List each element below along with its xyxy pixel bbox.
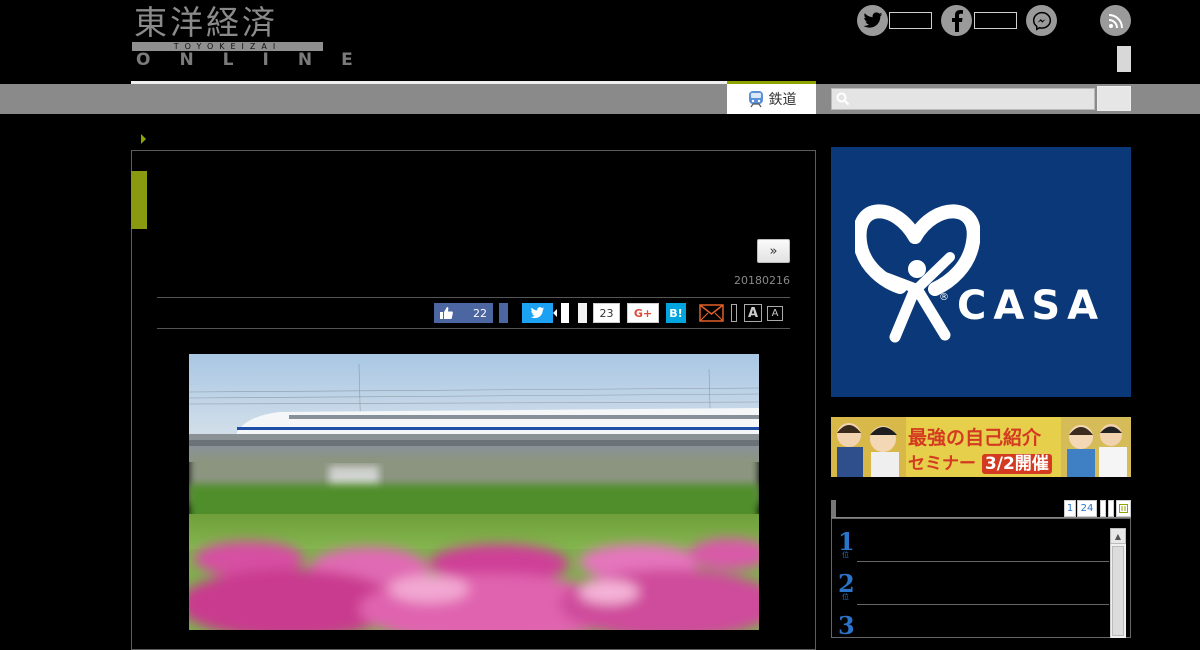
google-share-button[interactable] xyxy=(578,303,587,323)
next-page-button[interactable]: » xyxy=(757,239,790,263)
tab-railway[interactable]: 鉄道 xyxy=(727,84,816,114)
share-divider-top xyxy=(157,297,790,298)
logo-online: ONLINE xyxy=(136,50,382,70)
hatena-bookmark-button[interactable]: B! xyxy=(666,303,686,323)
ranking-tab-1h[interactable]: 1 xyxy=(1064,500,1076,517)
casa-reg-mark: ® xyxy=(939,292,949,303)
article-date: 20180216 xyxy=(734,274,790,287)
search-button[interactable] xyxy=(1097,86,1131,111)
font-large-button[interactable]: A xyxy=(744,304,762,322)
breadcrumb-arrow-icon xyxy=(141,134,146,144)
twitter-count-box xyxy=(889,12,932,29)
messenger-icon[interactable] xyxy=(1026,5,1057,36)
search-input[interactable] xyxy=(831,88,1095,110)
logo-kanji[interactable]: 東洋経済 xyxy=(134,4,278,42)
ranking-tab-extra[interactable] xyxy=(1116,500,1131,517)
scroll-up-arrow-icon[interactable]: ▲ xyxy=(1110,528,1126,544)
casa-ad-banner[interactable]: ® CASA xyxy=(831,147,1131,397)
ranking-tab-weekly[interactable] xyxy=(1100,500,1106,517)
rss-icon[interactable] xyxy=(1100,5,1131,36)
rank-suffix-1: 位 xyxy=(842,551,849,559)
font-size-divider xyxy=(731,304,737,322)
facebook-icon[interactable] xyxy=(941,5,972,36)
rank-suffix-2: 位 xyxy=(842,593,849,601)
ranking-tab-monthly[interactable] xyxy=(1108,500,1114,517)
like-count: 22 xyxy=(473,306,487,320)
scrollbar-thumb[interactable] xyxy=(1112,546,1124,636)
seminar-subtitle: セミナー 3/2開催 xyxy=(908,449,1052,474)
rank-divider-1 xyxy=(857,561,1109,562)
twitter-icon[interactable] xyxy=(857,5,888,36)
article-title-marker xyxy=(131,171,147,229)
ranking-list-icon xyxy=(1119,504,1128,513)
manga-characters-left xyxy=(831,417,906,477)
article-photo xyxy=(189,354,759,630)
font-small-button[interactable]: A xyxy=(767,306,783,321)
train-icon xyxy=(748,91,763,108)
seminar-date: 3/2開催 xyxy=(981,454,1052,474)
ranking-tab-24h[interactable]: 24 xyxy=(1077,500,1097,517)
rank-divider-2 xyxy=(857,604,1109,605)
facebook-share-button[interactable] xyxy=(499,303,508,323)
ranking-list xyxy=(831,518,1131,638)
tab-railway-label: 鉄道 xyxy=(768,92,797,108)
seminar-label: セミナー xyxy=(908,454,976,474)
thumbs-up-icon xyxy=(440,307,453,319)
facebook-count-box xyxy=(974,12,1017,29)
search-icon xyxy=(836,92,850,106)
rank-number-3: 3 xyxy=(838,611,855,640)
share-divider-bottom xyxy=(157,328,790,329)
twitter-bird-icon xyxy=(530,307,545,319)
tweet-button[interactable] xyxy=(522,303,553,323)
facebook-like-button[interactable]: 22 xyxy=(434,303,493,323)
seminar-title: 最強の自己紹介 xyxy=(908,427,1042,449)
manga-characters-right xyxy=(1061,417,1131,477)
google-count: 23 xyxy=(593,303,620,323)
tweet-count xyxy=(557,303,569,323)
casa-ad-text: CASA xyxy=(957,283,1106,329)
mail-icon[interactable] xyxy=(699,304,724,322)
header-menu-button[interactable] xyxy=(1117,46,1131,72)
ranking-header-marker xyxy=(831,500,836,518)
gplus-button[interactable]: G+ xyxy=(627,303,659,323)
